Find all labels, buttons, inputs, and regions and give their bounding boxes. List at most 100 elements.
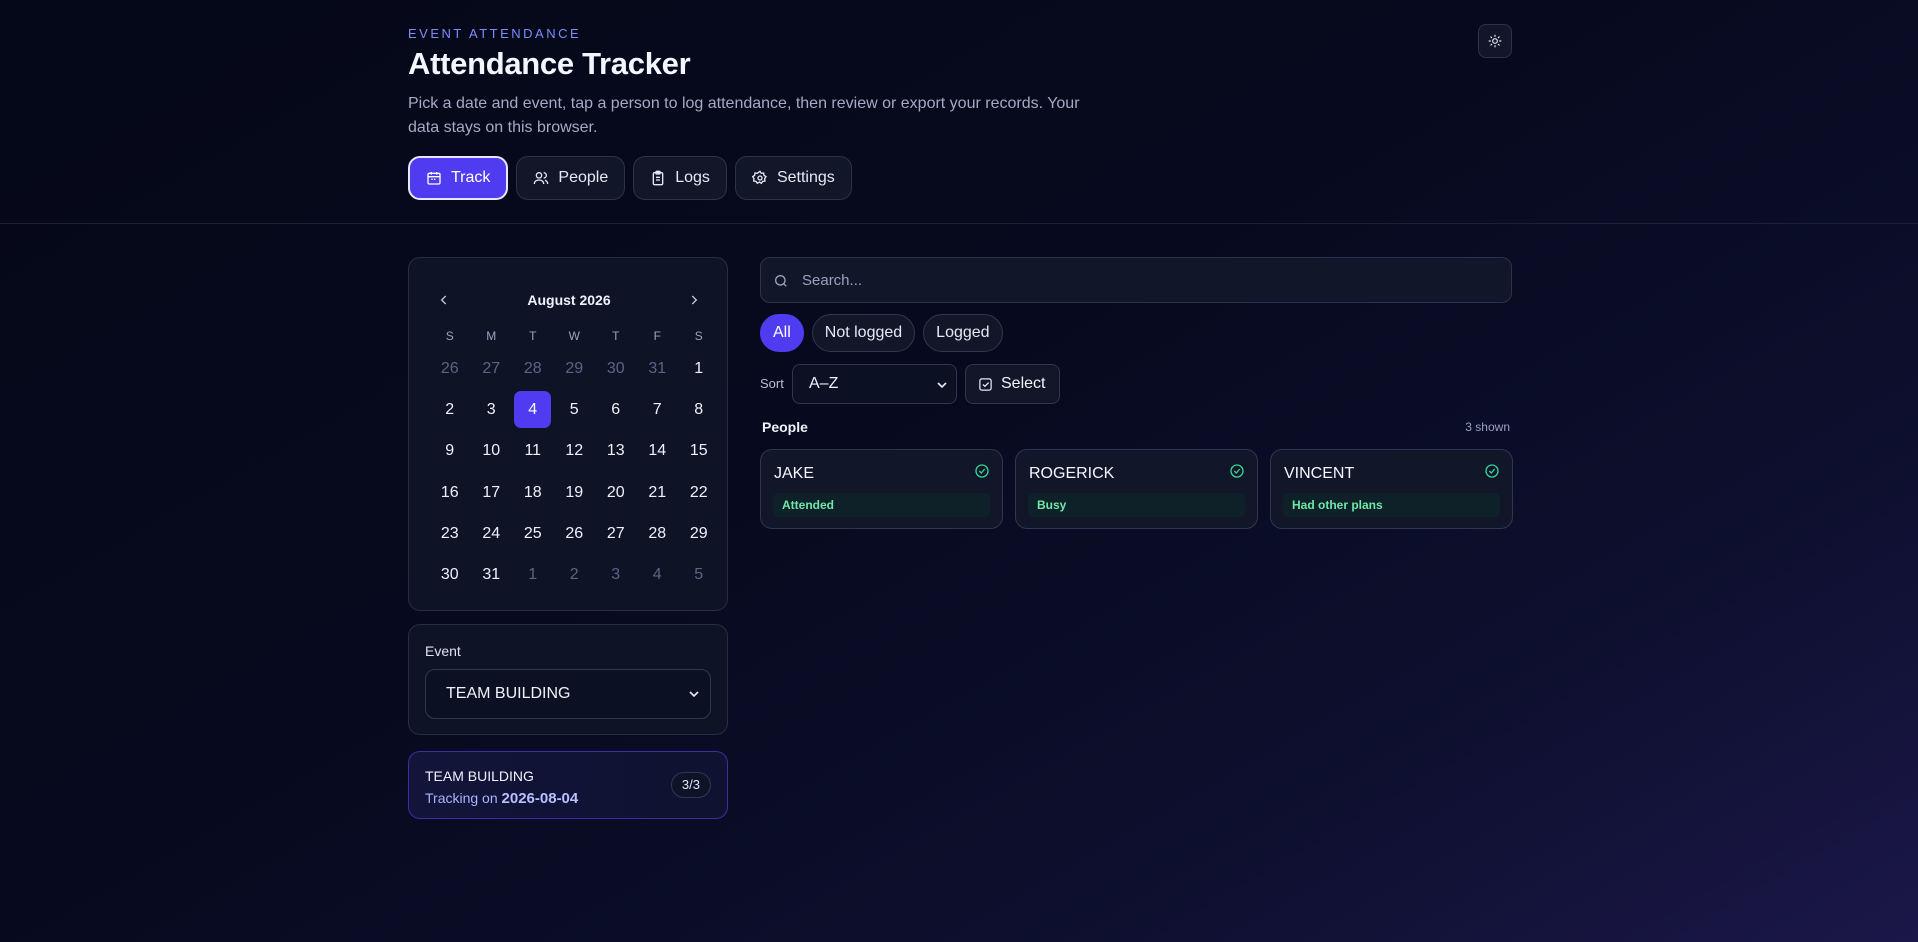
calendar-day-number: 26 [565, 524, 584, 542]
calendar-day-number: 13 [606, 442, 625, 460]
calendar-day[interactable]: 31 [471, 554, 513, 595]
summary-tracking-prefix: Tracking on [425, 790, 498, 806]
select-button[interactable]: Select [965, 364, 1060, 404]
calendar-day[interactable]: 29 [554, 348, 596, 389]
calendar-day[interactable]: 30 [595, 348, 637, 389]
calendar-day[interactable]: 14 [637, 431, 679, 472]
calendar-day[interactable]: 28 [512, 348, 554, 389]
calendar-day-number: 5 [569, 400, 579, 418]
calendar-day[interactable]: 26 [554, 513, 596, 554]
calendar-panel: August 2026 S M T W T F S 26 27 28 29 30 31 1 2 3 4 5 6 7 8 9… [408, 257, 728, 611]
clipboard-icon [652, 170, 664, 186]
calendar-day[interactable]: 2 [554, 554, 596, 595]
people-cards: JAKE Attended ROGERICK Busy VINCENT Had … [760, 449, 1513, 529]
next-month-button[interactable] [684, 290, 704, 310]
person-card[interactable]: JAKE Attended [760, 449, 1003, 529]
tab-people[interactable]: People [516, 156, 626, 200]
calendar-day[interactable]: 31 [637, 348, 679, 389]
calendar-day-number: 31 [648, 359, 667, 377]
calendar-day-number: 15 [689, 442, 708, 460]
calendar-day[interactable]: 28 [637, 513, 679, 554]
calendar-day[interactable]: 5 [554, 389, 596, 430]
calendar-day[interactable]: 8 [678, 389, 720, 430]
filter-all[interactable]: All [760, 314, 804, 352]
calendar-day-number: 12 [565, 442, 584, 460]
calendar-day[interactable]: 15 [678, 431, 720, 472]
calendar-day[interactable]: 17 [471, 472, 513, 513]
calendar-day[interactable]: 10 [471, 431, 513, 472]
users-icon [534, 172, 549, 185]
calendar-day[interactable]: 30 [429, 554, 471, 595]
calendar-day[interactable]: 3 [595, 554, 637, 595]
calendar-day[interactable]: 23 [429, 513, 471, 554]
sort-select[interactable]: A–Z [792, 364, 957, 404]
page-title: Attendance Tracker [408, 46, 691, 81]
sort-label: Sort [760, 376, 784, 391]
calendar-day[interactable]: 2 [429, 389, 471, 430]
calendar-day-selected[interactable]: 4 [512, 389, 554, 430]
theme-toggle-button[interactable] [1478, 24, 1512, 58]
person-card[interactable]: ROGERICK Busy [1015, 449, 1258, 529]
calendar-day[interactable]: 16 [429, 472, 471, 513]
calendar-day-number: 1 [528, 566, 538, 584]
calendar-day[interactable]: 20 [595, 472, 637, 513]
calendar-header: August 2026 [409, 284, 729, 316]
weekday-label: M [486, 329, 497, 343]
calendar-day[interactable]: 27 [595, 513, 637, 554]
tracking-summary: TEAM BUILDING Tracking on 2026-08-04 3/3 [408, 751, 728, 819]
event-select[interactable]: TEAM BUILDING [425, 669, 711, 719]
calendar-day[interactable]: 22 [678, 472, 720, 513]
weekday-label: F [653, 329, 661, 343]
tab-logs[interactable]: Logs [633, 156, 727, 200]
tab-settings[interactable]: Settings [734, 156, 852, 200]
person-card[interactable]: VINCENT Had other plans [1270, 449, 1513, 529]
filter-logged[interactable]: Logged [923, 314, 1003, 352]
tab-track[interactable]: Track [408, 156, 509, 200]
event-panel: Event TEAM BUILDING [408, 624, 728, 735]
calendar-day-number: 4 [514, 391, 552, 429]
calendar-day[interactable]: 13 [595, 431, 637, 472]
calendar-day[interactable]: 6 [595, 389, 637, 430]
check-circle-icon [1230, 464, 1244, 478]
calendar-day[interactable]: 3 [471, 389, 513, 430]
eyebrow-label: EVENT ATTENDANCE [408, 26, 582, 41]
calendar-day-number: 26 [440, 359, 459, 377]
calendar-day-number: 30 [440, 566, 459, 584]
checkbox-icon [979, 377, 992, 391]
calendar-day-number: 22 [689, 483, 708, 501]
summary-date: 2026-08-04 [501, 790, 579, 807]
filter-chips: All Not logged Logged [760, 314, 1003, 352]
search-placeholder: Search... [802, 272, 863, 289]
calendar-day[interactable]: 4 [637, 554, 679, 595]
calendar-day[interactable]: 12 [554, 431, 596, 472]
calendar-day[interactable]: 9 [429, 431, 471, 472]
calendar-day-number: 27 [606, 524, 625, 542]
search-input[interactable]: Search... [760, 257, 1512, 303]
calendar-day[interactable]: 29 [678, 513, 720, 554]
sort-select-value: A–Z [809, 375, 839, 392]
calendar-day[interactable]: 25 [512, 513, 554, 554]
calendar-day-number: 21 [648, 483, 667, 501]
calendar-day[interactable]: 5 [678, 554, 720, 595]
calendar-day[interactable]: 27 [471, 348, 513, 389]
filter-not-logged[interactable]: Not logged [811, 314, 916, 352]
search-icon [775, 275, 787, 287]
calendar-day[interactable]: 21 [637, 472, 679, 513]
calendar-day[interactable]: 18 [512, 472, 554, 513]
calendar-day-number: 19 [565, 483, 584, 501]
calendar-day[interactable]: 11 [512, 431, 554, 472]
calendar-icon [427, 172, 441, 185]
calendar-day[interactable]: 7 [637, 389, 679, 430]
calendar-day[interactable]: 1 [678, 348, 720, 389]
chevron-down-icon [689, 691, 699, 698]
calendar-day-number: 10 [482, 442, 501, 460]
calendar-day-number: 23 [440, 524, 459, 542]
calendar-day-number: 20 [606, 483, 625, 501]
calendar-day-number: 11 [524, 442, 542, 460]
calendar-day[interactable]: 26 [429, 348, 471, 389]
tab-label: People [558, 169, 609, 186]
calendar-day[interactable]: 24 [471, 513, 513, 554]
calendar-month-label: August 2026 [527, 292, 611, 308]
calendar-day[interactable]: 19 [554, 472, 596, 513]
calendar-day[interactable]: 1 [512, 554, 554, 595]
